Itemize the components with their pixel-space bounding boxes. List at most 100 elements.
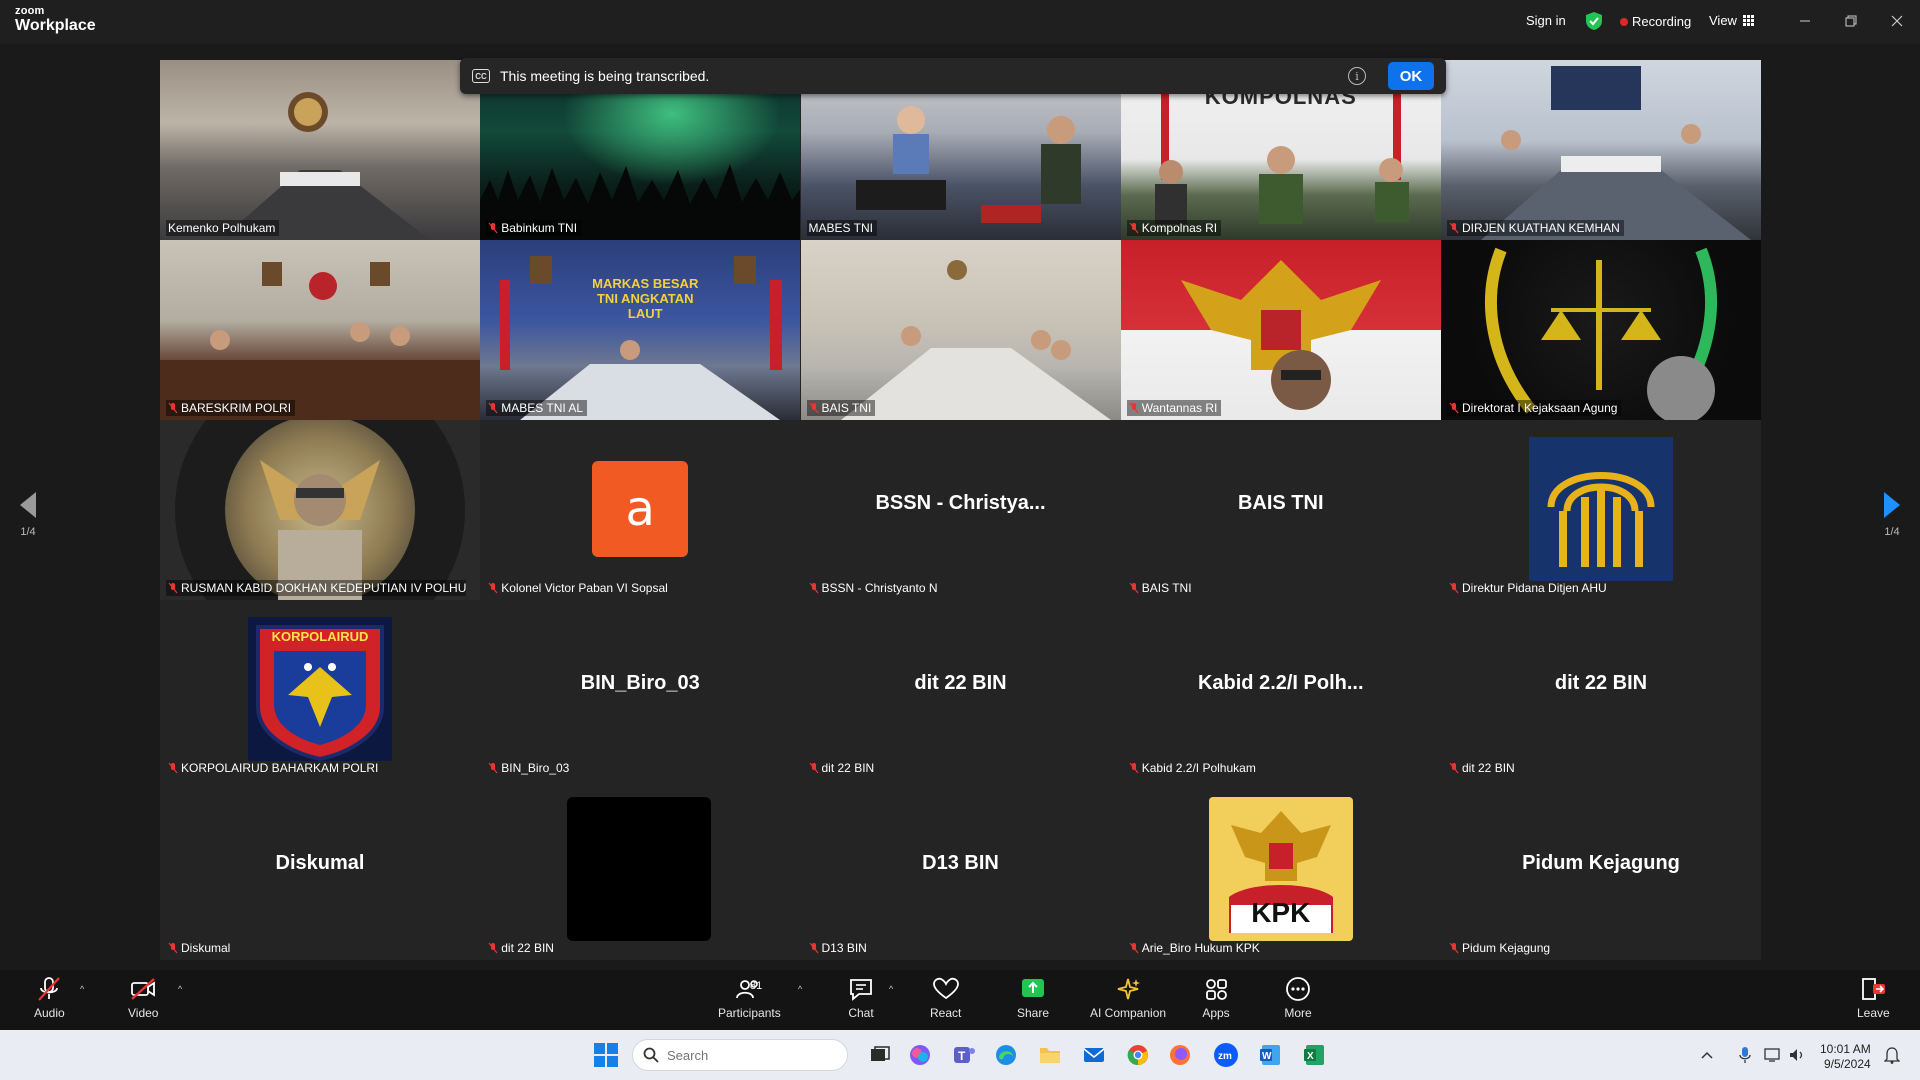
share-screen-icon xyxy=(1022,979,1045,997)
video-tile[interactable]: Direktur Pidana Ditjen AHU xyxy=(1441,420,1761,600)
leave-button[interactable]: Leave xyxy=(1857,976,1890,1020)
video-tile[interactable]: BIN_Biro_03 BIN_Biro_03 xyxy=(480,600,801,780)
system-clock[interactable]: 10:01 AM 9/5/2024 xyxy=(1820,1042,1871,1072)
ai-companion-label: AI Companion xyxy=(1090,1006,1167,1020)
video-tile[interactable]: D13 BIN D13 BIN xyxy=(800,780,1121,960)
chrome-app[interactable] xyxy=(1122,1039,1154,1071)
meeting-room-scene xyxy=(500,256,783,420)
excel-app[interactable]: X xyxy=(1298,1039,1330,1071)
apps-button[interactable]: Apps xyxy=(1202,976,1230,1020)
clock-date: 9/5/2024 xyxy=(1823,1057,1871,1071)
show-hidden-icons-button[interactable] xyxy=(1697,1039,1717,1071)
video-tile[interactable]: BARESKRIM POLRI xyxy=(160,240,480,420)
react-button[interactable]: React xyxy=(930,976,961,1020)
leave-icon xyxy=(1862,978,1886,1000)
zoom-app[interactable]: zm xyxy=(1210,1039,1242,1071)
search-icon xyxy=(643,1047,659,1063)
video-tile[interactable]: BSSN - Christya... BSSN - Christyanto N xyxy=(800,420,1121,600)
video-label: Video xyxy=(128,1006,159,1020)
firefox-app[interactable] xyxy=(1164,1039,1196,1071)
video-tile[interactable]: BAIS TNI xyxy=(800,240,1121,420)
windows-logo-icon xyxy=(594,1043,618,1067)
participant-name: Wantannas RI xyxy=(1126,400,1222,416)
video-tile[interactable]: Diskumal Diskumal xyxy=(160,780,480,960)
video-tile[interactable]: Wantannas RI xyxy=(1120,240,1441,420)
video-tile[interactable]: KORPOLAIRUD KORPOLAIRUD BAHARKAM POLRI xyxy=(160,600,480,780)
audio-button[interactable]: Audio xyxy=(34,976,65,1020)
restore-button[interactable] xyxy=(1836,8,1866,34)
participant-avatar: a xyxy=(592,461,689,557)
info-icon[interactable]: i xyxy=(1348,67,1366,85)
recording-indicator[interactable]: Recording xyxy=(1620,14,1691,29)
next-page-button[interactable]: 1/4 xyxy=(1872,492,1912,538)
task-view-icon xyxy=(871,1046,890,1061)
search-input[interactable] xyxy=(667,1047,787,1063)
shield-check-icon[interactable] xyxy=(1585,11,1603,31)
share-button[interactable]: Share xyxy=(1017,976,1049,1020)
mic-muted-icon xyxy=(38,977,61,1001)
video-tile[interactable]: RUSMAN KABID DOKHAN KEDEPUTIAN IV POLHUK… xyxy=(160,420,480,600)
video-tile[interactable]: Kemenko Polhukam xyxy=(160,60,480,240)
notifications-button[interactable] xyxy=(1880,1039,1904,1071)
chat-button[interactable]: Chat xyxy=(847,976,875,1020)
mail-app[interactable] xyxy=(1078,1039,1110,1071)
video-tile[interactable]: BAIS TNI BAIS TNI xyxy=(1120,420,1441,600)
minimize-button[interactable] xyxy=(1790,8,1820,34)
participant-name: Direktur Pidana Ditjen AHU xyxy=(1447,580,1611,596)
video-button[interactable]: Video xyxy=(128,976,158,1020)
mic-off-icon xyxy=(168,942,178,954)
more-button[interactable]: More xyxy=(1284,976,1312,1020)
video-tile[interactable]: dit 22 BIN dit 22 BIN xyxy=(800,600,1121,780)
taskbar-search[interactable] xyxy=(632,1039,848,1071)
restore-icon xyxy=(1845,15,1857,27)
participants-options-caret[interactable]: ^ xyxy=(798,984,802,994)
ai-companion-button[interactable]: AI Companion xyxy=(1090,976,1166,1020)
copilot-app[interactable] xyxy=(904,1039,936,1071)
close-button[interactable] xyxy=(1882,8,1912,34)
start-button[interactable] xyxy=(590,1039,622,1071)
chat-options-caret[interactable]: ^ xyxy=(889,984,893,994)
ok-button[interactable]: OK xyxy=(1388,62,1434,90)
meeting-room-scene xyxy=(160,262,480,420)
participant-display-name: BAIS TNI xyxy=(1237,492,1324,514)
microphone-tray[interactable] xyxy=(1734,1039,1756,1071)
participant-name: Diskumal xyxy=(166,940,234,956)
close-icon xyxy=(1891,15,1903,27)
camera-feed xyxy=(800,240,1121,420)
apps-icon xyxy=(1206,979,1227,1000)
svg-text:W: W xyxy=(1262,1051,1272,1062)
video-tile[interactable]: Pidum Kejagung Pidum Kejagung xyxy=(1441,780,1761,960)
word-app[interactable]: W xyxy=(1254,1039,1286,1071)
video-tile[interactable]: Kabid 2.2/I Polh... Kabid 2.2/I Polhukam xyxy=(1120,600,1441,780)
video-options-caret[interactable]: ^ xyxy=(178,984,182,994)
recording-dot-icon xyxy=(1620,17,1628,26)
video-tile[interactable]: MARKAS BESAR TNI ANGKATAN LAUT MABES TNI… xyxy=(480,240,801,420)
mic-off-icon xyxy=(1129,762,1139,774)
video-tile[interactable]: dit 22 BIN xyxy=(480,780,801,960)
sign-in-button[interactable]: Sign in xyxy=(1526,13,1566,28)
taskview-button[interactable] xyxy=(864,1039,896,1071)
video-tile[interactable]: DIRJEN KUATHAN KEMHAN xyxy=(1441,60,1761,240)
network-tray[interactable] xyxy=(1762,1039,1784,1071)
volume-tray[interactable] xyxy=(1786,1039,1808,1071)
previous-page-button[interactable]: 1/4 xyxy=(8,492,48,538)
video-tile[interactable]: a Kolonel Victor Paban VI Sopsal xyxy=(480,420,801,600)
mic-off-icon xyxy=(809,402,818,414)
audio-options-caret[interactable]: ^ xyxy=(80,984,84,994)
ahu-logo xyxy=(1529,437,1673,581)
teams-app[interactable]: T xyxy=(948,1039,980,1071)
file-explorer-app[interactable] xyxy=(1034,1039,1066,1071)
video-tile[interactable]: dit 22 BIN dit 22 BIN xyxy=(1441,600,1761,780)
mic-off-icon xyxy=(488,942,498,954)
edge-app[interactable] xyxy=(990,1039,1022,1071)
participants-button[interactable]: Participants 81 xyxy=(718,976,781,1020)
arrow-right-icon xyxy=(1884,492,1900,518)
participant-display-name: BIN_Biro_03 xyxy=(580,672,700,694)
bell-icon xyxy=(1884,1047,1900,1064)
video-off-icon xyxy=(131,978,156,1000)
brand-top: zoom xyxy=(15,5,45,17)
video-tile[interactable]: KPK Arie_Biro Hukum KPK xyxy=(1120,780,1441,960)
view-button[interactable]: View xyxy=(1709,13,1754,28)
video-tile[interactable]: Direktorat I Kejaksaan Agung xyxy=(1441,240,1761,420)
network-icon xyxy=(1764,1048,1780,1062)
